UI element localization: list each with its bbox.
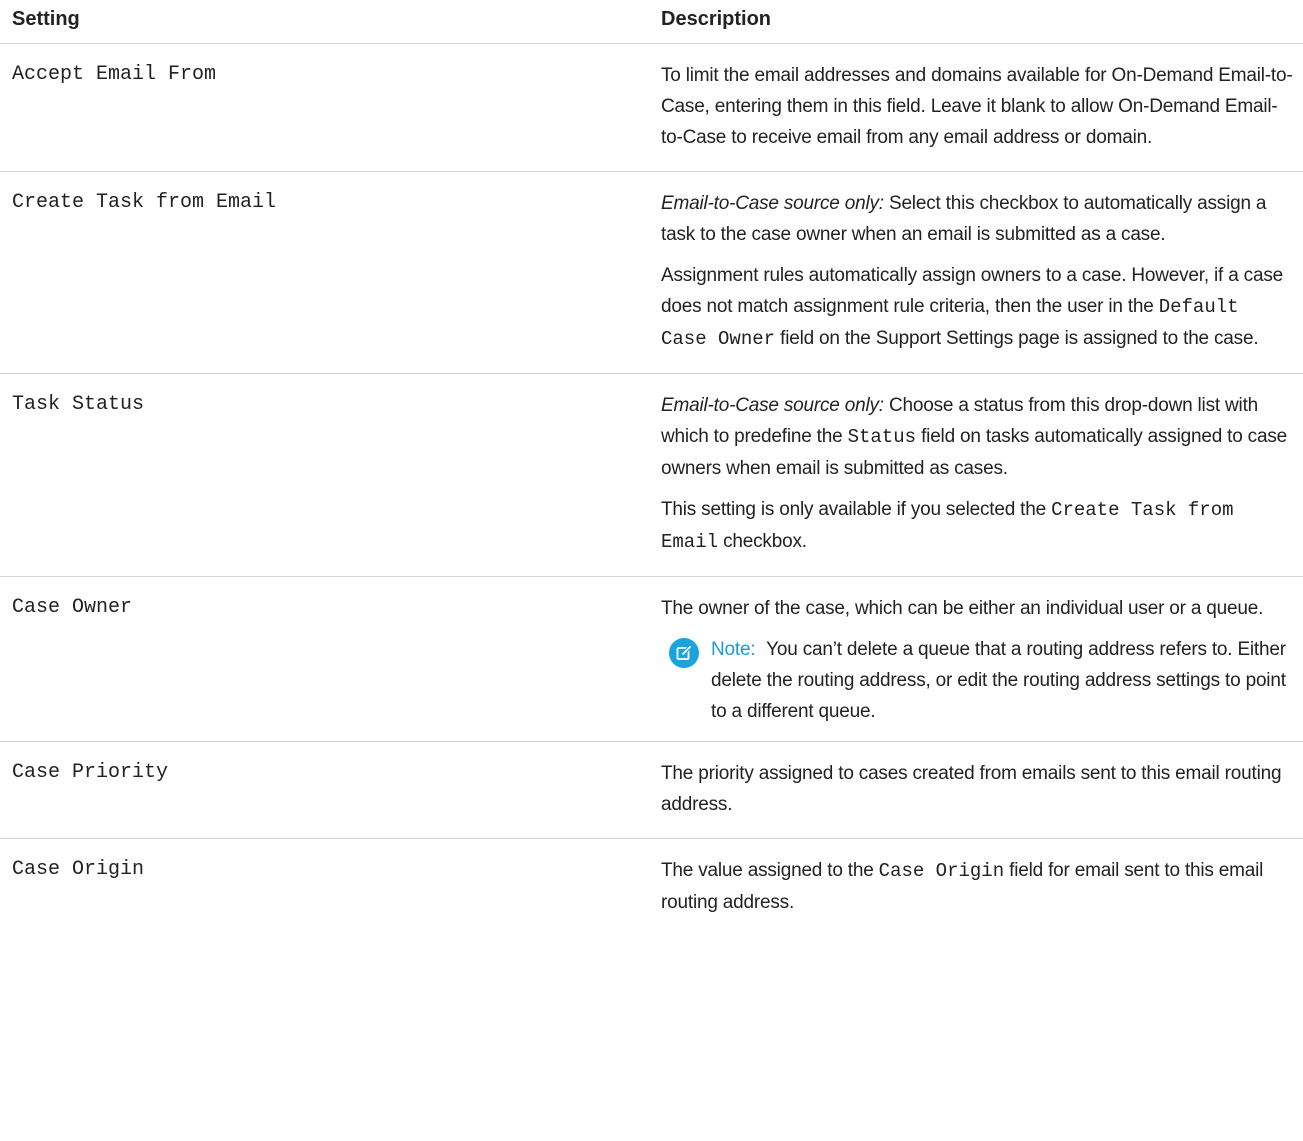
table-header-row: Setting Description — [0, 0, 1303, 44]
table-row: Case Owner The owner of the case, which … — [0, 576, 1303, 742]
setting-description: Email-to-Case source only: Choose a stat… — [661, 373, 1303, 577]
description-text: field on the Support Settings page is as… — [775, 328, 1259, 349]
description-paragraph: The priority assigned to cases created f… — [661, 763, 1282, 815]
setting-description: The priority assigned to cases created f… — [661, 741, 1303, 839]
description-paragraph: This setting is only available if you se… — [661, 494, 1293, 558]
field-name-code: Status — [847, 426, 917, 448]
table-row: Case Priority The priority assigned to c… — [0, 741, 1303, 839]
description-paragraph: Assignment rules automatically assign ow… — [661, 260, 1293, 355]
setting-description: Email-to-Case source only: Select this c… — [661, 171, 1303, 374]
table-row: Task Status Email-to-Case source only: C… — [0, 373, 1303, 577]
description-paragraph: The owner of the case, which can be eith… — [661, 598, 1264, 619]
setting-name: Case Owner — [0, 576, 661, 742]
description-paragraph: To limit the email addresses and domains… — [661, 65, 1293, 148]
setting-name: Case Origin — [12, 858, 145, 881]
setting-description: The value assigned to the Case Origin fi… — [661, 839, 1303, 937]
description-text: This setting is only available if you se… — [661, 499, 1052, 520]
note-text: You can’t delete a queue that a routing … — [711, 639, 1286, 722]
column-header-setting: Setting — [0, 0, 661, 44]
description-paragraph: The value assigned to the Case Origin fi… — [661, 855, 1293, 918]
setting-description: The owner of the case, which can be eith… — [661, 576, 1303, 742]
table-row: Create Task from Email Email-to-Case sou… — [0, 171, 1303, 374]
setting-description: To limit the email addresses and domains… — [661, 43, 1303, 172]
description-paragraph: Email-to-Case source only: Choose a stat… — [661, 390, 1293, 484]
description-text: checkbox. — [718, 531, 807, 552]
description-text: The value assigned to the — [661, 860, 879, 881]
setting-name: Create Task from Email — [0, 171, 661, 374]
scope-qualifier: Email-to-Case source only: — [661, 193, 884, 214]
table-row: Case Origin The value assigned to the Ca… — [0, 839, 1303, 937]
setting-name: Case Priority — [0, 741, 661, 839]
settings-table: Setting Description Accept Email From To… — [0, 0, 1303, 936]
edit-note-icon — [669, 638, 699, 668]
description-paragraph: Email-to-Case source only: Select this c… — [661, 188, 1293, 250]
field-name-code: Case Origin — [878, 860, 1005, 882]
setting-name: Task Status — [0, 373, 661, 577]
scope-qualifier: Email-to-Case source only: — [661, 395, 884, 416]
table-row: Accept Email From To limit the email add… — [0, 43, 1303, 172]
note-label: Note: — [711, 639, 756, 660]
note-body: Note: You can’t delete a queue that a ro… — [711, 634, 1293, 727]
setting-name: Accept Email From — [0, 43, 661, 172]
note-callout: Note: You can’t delete a queue that a ro… — [661, 634, 1293, 727]
column-header-description: Description — [661, 0, 1303, 44]
